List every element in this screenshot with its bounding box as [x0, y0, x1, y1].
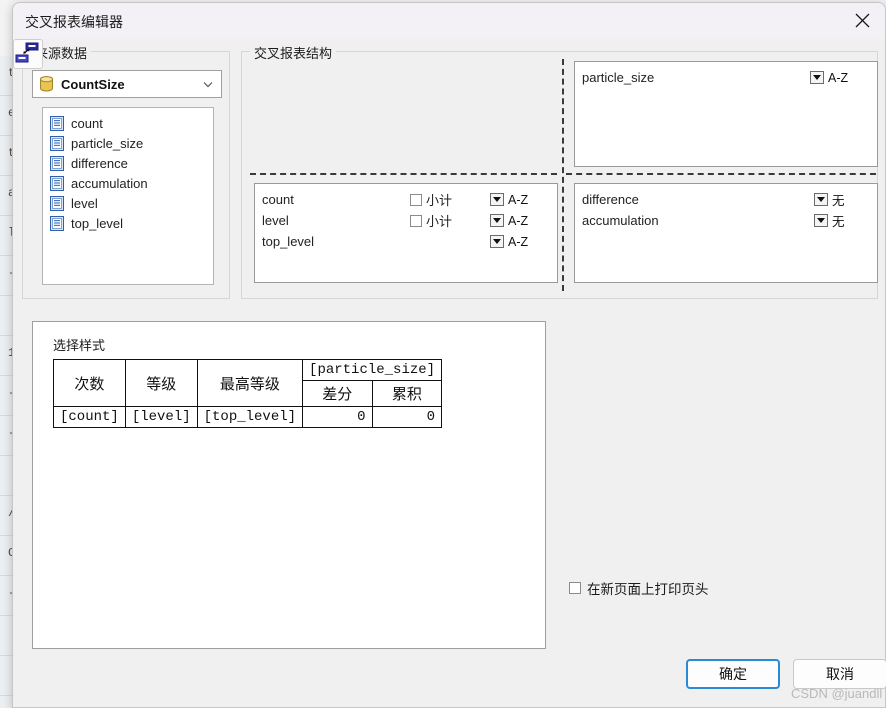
list-item-label: top_level: [71, 215, 124, 231]
field-row-label: count: [262, 192, 294, 207]
measures-drop-panel[interactable]: difference 无 accumulation 无: [574, 183, 878, 283]
dataset-value: CountSize: [61, 76, 125, 92]
swap-fields-icon[interactable]: [13, 39, 43, 69]
sort-order-dropdown[interactable]: 无: [814, 211, 845, 230]
crosstab-preview-table: 次数 等级 最高等级 [particle_size] 差分 累积 [count]…: [53, 359, 443, 428]
crosstab-editor-dialog: 交叉报表编辑器 来源数据 CountSize count particle_siz…: [12, 2, 886, 708]
watermark: CSDN @juandll: [791, 686, 883, 701]
style-preview-legend: 选择样式: [53, 338, 106, 353]
chevron-down-icon: [814, 193, 828, 206]
sort-order-dropdown[interactable]: A-Z: [490, 193, 528, 207]
chevron-down-icon: [490, 214, 504, 227]
close-icon[interactable]: [839, 3, 885, 37]
list-item-label: level: [71, 195, 98, 211]
field-icon: [50, 195, 64, 211]
sort-order-label: A-Z: [508, 213, 529, 228]
list-item[interactable]: accumulation: [47, 173, 209, 193]
cancel-button[interactable]: 取消: [793, 659, 886, 689]
sort-order-dropdown[interactable]: A-Z: [490, 214, 528, 228]
rows-drop-panel[interactable]: count 小计 A-Z level 小计 A-Z top_level A-Z: [254, 183, 558, 283]
preview-data-cell: [level]: [124, 406, 198, 428]
field-icon: [50, 175, 64, 191]
list-item-label: accumulation: [71, 175, 148, 191]
sort-order-label: 无: [832, 215, 845, 229]
checkbox-box[interactable]: [569, 582, 581, 594]
sort-order-label: A-Z: [508, 192, 529, 207]
field-row[interactable]: accumulation 无: [582, 210, 870, 231]
field-row[interactable]: count 小计 A-Z: [262, 189, 550, 210]
list-item-label: difference: [71, 155, 128, 171]
chevron-down-icon: [490, 235, 504, 248]
dataset-combobox[interactable]: CountSize: [32, 70, 222, 98]
list-item[interactable]: difference: [47, 153, 209, 173]
field-row-label: accumulation: [582, 213, 659, 228]
checkbox-box[interactable]: [410, 193, 422, 206]
field-row[interactable]: difference 无: [582, 189, 870, 210]
field-icon: [50, 135, 64, 151]
database-icon: [39, 76, 54, 92]
preview-data-cell: [count]: [53, 406, 126, 428]
structure-divider-horizontal-right: [566, 173, 876, 175]
field-icon: [50, 155, 64, 171]
field-icon: [50, 115, 64, 131]
dialog-title: 交叉报表编辑器: [25, 14, 123, 30]
list-item[interactable]: level: [47, 193, 209, 213]
preview-header-cell: 等级: [124, 359, 198, 407]
crosstab-structure-legend: 交叉报表结构: [250, 43, 337, 62]
subtotal-label: 小计: [426, 214, 453, 229]
checkbox-box[interactable]: [410, 214, 422, 227]
print-header-new-page-label: 在新页面上打印页头: [587, 582, 709, 597]
field-row[interactable]: particle_size A-Z: [582, 67, 870, 88]
list-item[interactable]: top_level: [47, 213, 209, 233]
preview-group-header-cell: [particle_size]: [302, 359, 443, 381]
sort-order-dropdown[interactable]: 无: [814, 190, 845, 209]
sort-order-label: 无: [832, 194, 845, 208]
preview-header-cell: 最高等级: [196, 359, 304, 407]
subtotal-label: 小计: [426, 193, 453, 208]
subtotal-checkbox[interactable]: 小计: [410, 190, 452, 209]
chevron-down-icon: [201, 77, 215, 91]
sort-order-label: A-Z: [508, 234, 529, 249]
field-row[interactable]: top_level A-Z: [262, 231, 550, 252]
field-icon: [50, 215, 64, 231]
preview-value-cell: 0: [302, 406, 373, 428]
list-item-label: particle_size: [71, 135, 144, 151]
print-header-new-page-checkbox[interactable]: 在新页面上打印页头: [569, 578, 709, 598]
chevron-down-icon: [814, 214, 828, 227]
sort-order-label: A-Z: [828, 70, 849, 85]
list-item-label: count: [71, 115, 103, 131]
list-item[interactable]: count: [47, 113, 209, 133]
columns-drop-panel[interactable]: particle_size A-Z: [574, 61, 878, 167]
sort-order-dropdown[interactable]: A-Z: [490, 235, 528, 249]
preview-subheader-cell: 差分: [302, 380, 373, 407]
chevron-down-icon: [490, 193, 504, 206]
source-field-list[interactable]: count particle_size difference accumulation…: [42, 107, 214, 285]
preview-value-cell: 0: [371, 406, 443, 428]
structure-divider-horizontal-left: [250, 173, 557, 175]
structure-divider-vertical: [562, 59, 564, 291]
ok-button[interactable]: 确定: [686, 659, 780, 689]
dialog-titlebar: 交叉报表编辑器: [13, 3, 885, 39]
subtotal-checkbox[interactable]: 小计: [410, 211, 452, 230]
field-row-label: level: [262, 213, 289, 228]
preview-subheader-cell: 累积: [371, 380, 443, 407]
preview-header-cell: 次数: [53, 359, 126, 407]
field-row[interactable]: level 小计 A-Z: [262, 210, 550, 231]
preview-data-row: [count] [level] [top_level] 0 0: [53, 406, 443, 428]
chevron-down-icon: [810, 71, 824, 84]
list-item[interactable]: particle_size: [47, 133, 209, 153]
preview-data-cell: [top_level]: [196, 406, 304, 428]
field-row-label: difference: [582, 192, 639, 207]
field-row-label: particle_size: [582, 70, 655, 85]
preview-header-row-1: 次数 等级 最高等级 [particle_size]: [53, 359, 443, 407]
sort-order-dropdown[interactable]: A-Z: [810, 71, 848, 85]
field-row-label: top_level: [262, 234, 315, 249]
